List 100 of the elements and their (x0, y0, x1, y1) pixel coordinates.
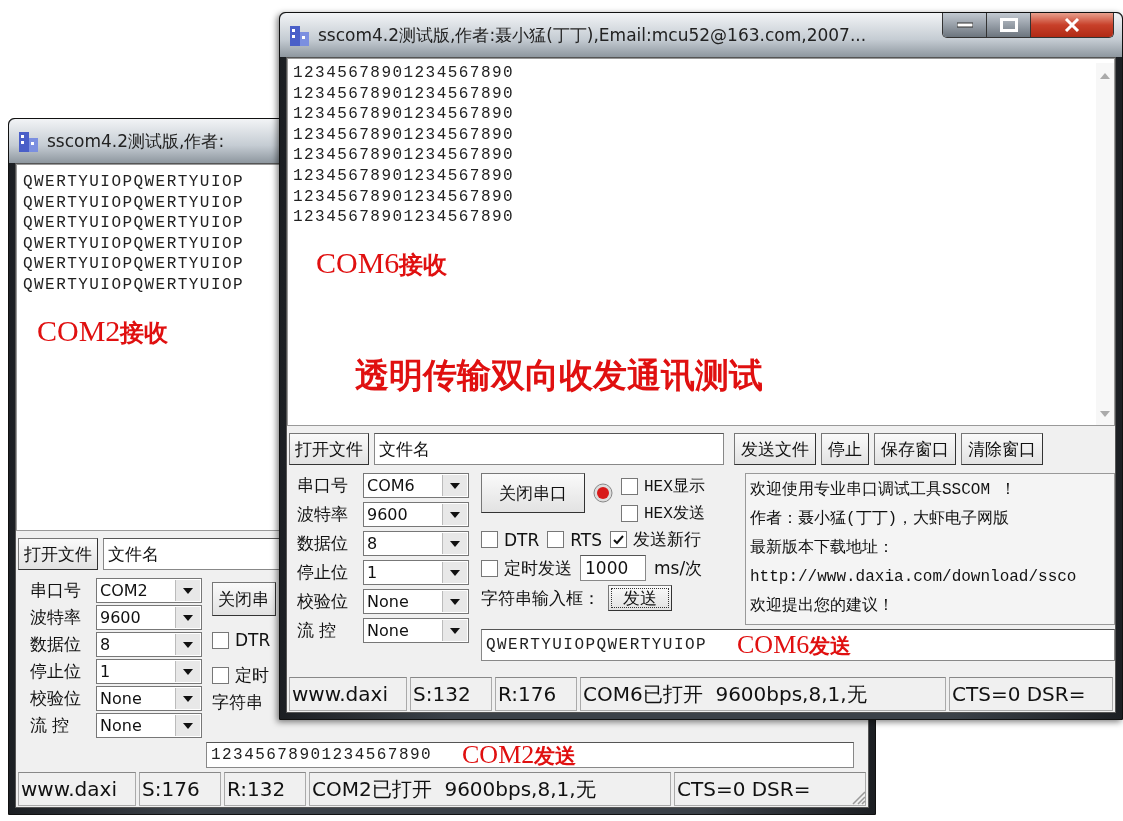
dropdown[interactable]: 1 (96, 659, 202, 684)
received-line: 12345678901234567890 (293, 104, 515, 125)
dropdown-arrow-icon (450, 511, 460, 518)
scroll-down-icon (1100, 411, 1110, 417)
toolbar-button[interactable]: 停止 (821, 433, 869, 465)
input-label: 字符串输入框： (481, 586, 600, 610)
status-cell: www.daxi (18, 772, 136, 806)
dropdown-arrow-icon (183, 641, 193, 648)
checkbox[interactable] (547, 531, 565, 548)
open-file-button[interactable]: 打开文件 (289, 433, 369, 465)
close-port-button[interactable]: 关闭串口 (481, 473, 585, 513)
dropdown-arrow-icon (450, 482, 460, 489)
info-text: http://www.daxia.com/download/ssco (750, 567, 1078, 588)
setting-label: 校验位 (30, 687, 82, 710)
toolbar-button[interactable]: 清除窗口 (961, 433, 1043, 465)
status-cell: COM2已打开 9600bps,8,1,无 (309, 772, 671, 806)
setting-label: 校验位 (297, 590, 349, 613)
checkbox[interactable] (212, 667, 229, 684)
close-port-button[interactable]: 关闭串 (212, 582, 276, 616)
dropdown-arrow-icon (450, 569, 460, 576)
checkbox[interactable] (610, 531, 628, 548)
received-line: QWERTYUIOPQWERTYUIOP (23, 233, 245, 255)
checkbox-label: HEX显示 (644, 477, 705, 497)
input-label: 字符串 (212, 691, 264, 714)
dropdown-arrow-icon (183, 587, 193, 594)
status-cell: R:132 (224, 772, 306, 806)
dropdown[interactable]: None (363, 589, 469, 614)
checkbox-label: RTS (570, 529, 603, 550)
received-line: QWERTYUIOPQWERTYUIOP (23, 254, 245, 275)
dropdown-arrow-icon (450, 540, 460, 547)
maximize-icon (999, 18, 1018, 32)
checkbox-label: 发送新行 (633, 528, 702, 551)
dropdown[interactable]: 9600 (363, 502, 469, 527)
send-button[interactable]: 发送 (608, 585, 672, 611)
checkbox-label: HEX发送 (644, 504, 705, 524)
toolbar-button[interactable]: 保存窗口 (874, 433, 956, 465)
info-text: 欢迎使用专业串口调试工具SSCOM ！ (750, 479, 1017, 501)
dropdown-arrow-icon (183, 668, 193, 675)
dropdown-arrow-icon (183, 695, 193, 702)
dropdown[interactable]: 1 (363, 560, 469, 585)
dropdown-arrow-icon (450, 627, 460, 634)
dropdown[interactable]: COM6 (363, 473, 469, 498)
minimize-icon (956, 22, 973, 28)
dropdown-arrow-icon (183, 722, 193, 729)
checkbox-label: DTR (504, 529, 540, 550)
setting-label: 波特率 (30, 606, 82, 629)
close-button[interactable] (1031, 13, 1113, 37)
dropdown[interactable]: COM2 (96, 578, 202, 603)
banner-text: 透明传输双向收发通讯测试 (355, 353, 764, 397)
dropdown[interactable]: None (96, 713, 202, 738)
dropdown[interactable]: 8 (96, 632, 202, 657)
dropdown[interactable]: None (96, 686, 202, 711)
received-line: 12345678901234567890 (293, 83, 515, 105)
scrollbar[interactable] (1096, 63, 1114, 425)
dropdown-arrow-icon (450, 598, 460, 605)
checkbox[interactable] (481, 531, 498, 548)
check-mark-icon (613, 534, 625, 545)
window-title: sscom4.2测试版,作者:聂小猛(丁丁),Email:mcu52@163.com,2007... (318, 23, 867, 47)
toolbar-button[interactable]: 发送文件 (734, 433, 816, 465)
checkbox[interactable] (621, 478, 638, 495)
setting-label: 停止位 (30, 660, 82, 683)
setting-label: 流 控 (30, 714, 71, 737)
status-cell: CTS=0 DSR= (949, 677, 1113, 711)
dropdown[interactable]: 8 (363, 531, 469, 556)
setting-label: 数据位 (30, 633, 82, 656)
window-title: sscom4.2测试版,作者: (47, 129, 225, 153)
scroll-up-icon (1100, 73, 1110, 79)
received-line: 12345678901234567890 (293, 207, 515, 228)
dropdown[interactable]: None (363, 618, 469, 643)
interval-field[interactable]: 1000 (580, 555, 646, 581)
maximize-button[interactable] (987, 13, 1031, 37)
send-field[interactable]: 12345678901234567890 COM2发送 (206, 742, 854, 768)
received-line: QWERTYUIOPQWERTYUIOP (23, 192, 245, 214)
file-name-field[interactable]: 文件名 (374, 433, 724, 465)
open-file-button[interactable]: 打开文件 (18, 538, 98, 570)
received-line: 12345678901234567890 (293, 186, 515, 208)
status-cell: S:132 (410, 677, 492, 711)
received-line: 12345678901234567890 (293, 63, 515, 84)
resize-grip-icon[interactable] (850, 789, 866, 805)
received-line: QWERTYUIOPQWERTYUIOP (23, 274, 245, 296)
info-text: 作者：聂小猛(丁丁)，大虾电子网版 (750, 509, 1011, 530)
received-line: QWERTYUIOPQWERTYUIOP (23, 213, 245, 234)
setting-label: 流 控 (297, 619, 338, 642)
send-field[interactable]: QWERTYUIOPQWERTYUIOP COM6发送 (481, 629, 1115, 661)
received-line: 12345678901234567890 (293, 145, 515, 166)
status-cell: CTS=0 DSR= (674, 772, 866, 806)
minimize-button[interactable] (943, 13, 987, 37)
checkbox-label: 定时 (235, 664, 269, 687)
status-cell: S:176 (139, 772, 221, 806)
checkbox[interactable] (481, 559, 498, 577)
status-cell: COM6已打开 9600bps,8,1,无 (580, 677, 946, 711)
received-line: 12345678901234567890 (293, 124, 515, 146)
checkbox[interactable] (212, 631, 229, 649)
dropdown[interactable]: 9600 (96, 605, 202, 630)
checkbox[interactable] (621, 505, 638, 522)
unit-label: ms/次 (654, 556, 703, 580)
setting-label: 波特率 (297, 503, 349, 526)
status-cell: www.daxi (289, 677, 407, 711)
status-cell: R:176 (495, 677, 577, 711)
received-line: QWERTYUIOPQWERTYUIOP (23, 172, 245, 193)
